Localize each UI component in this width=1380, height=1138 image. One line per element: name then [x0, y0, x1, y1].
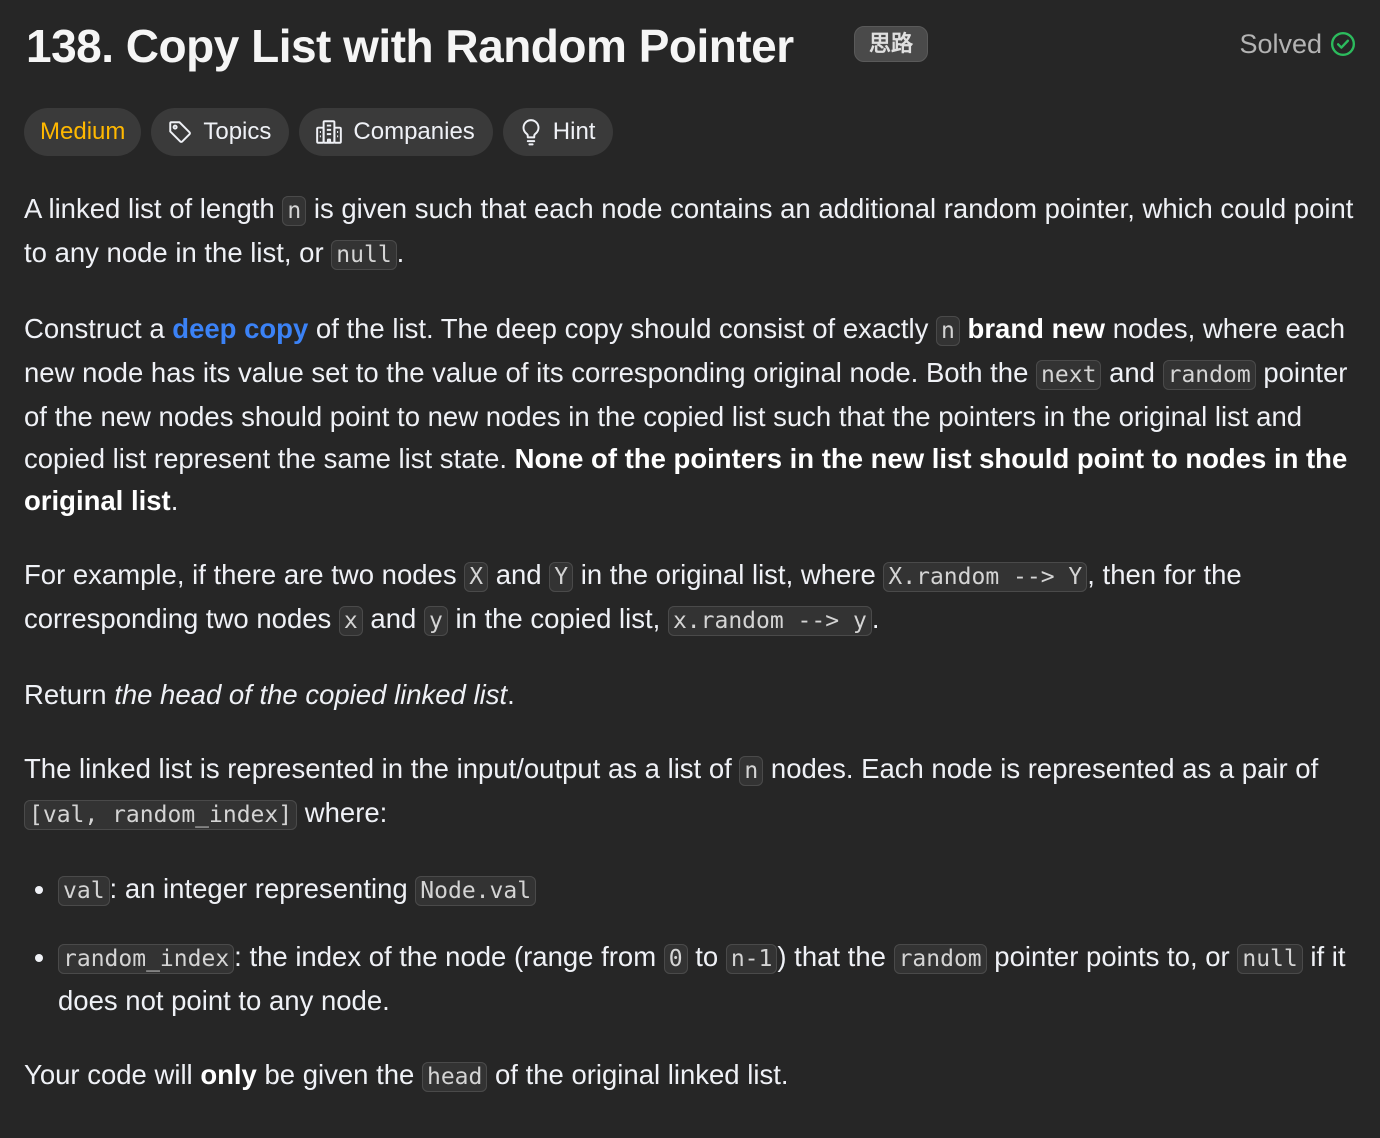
- problem-header: 138. Copy List with Random Pointer 思路 So…: [26, 16, 1356, 76]
- text: where:: [297, 797, 388, 828]
- text: Construct a: [24, 313, 173, 344]
- text: and: [488, 559, 550, 590]
- text: : an integer representing: [109, 873, 416, 904]
- text: : the index of the node (range from: [234, 941, 664, 972]
- inline-code: random_index: [58, 944, 235, 974]
- description-paragraph-6: Your code will only be given the head of…: [24, 1054, 1370, 1098]
- inline-code: [val, random_index]: [24, 800, 298, 830]
- text: of the original linked list.: [487, 1059, 789, 1090]
- inline-code: n-1: [725, 944, 778, 974]
- check-circle-icon: [1330, 31, 1356, 57]
- format-list: val: an integer representing Node.val ra…: [24, 868, 1370, 1022]
- problem-title: 138. Copy List with Random Pointer: [26, 20, 794, 72]
- description-paragraph-5: The linked list is represented in the in…: [24, 748, 1370, 836]
- topics-label: Topics: [203, 118, 272, 145]
- companies-button[interactable]: Companies: [299, 108, 493, 156]
- text: For example, if there are two nodes: [24, 559, 465, 590]
- text: The linked list is represented in the in…: [24, 753, 740, 784]
- text: Your code will: [24, 1059, 201, 1090]
- difficulty-chip[interactable]: Medium: [24, 108, 142, 156]
- deep-copy-link[interactable]: deep copy: [172, 313, 308, 344]
- inline-code: Node.val: [415, 876, 537, 906]
- description-paragraph-4: Return the head of the copied linked lis…: [24, 674, 1370, 716]
- text: of the list. The deep copy should consis…: [308, 313, 937, 344]
- text: be given the: [256, 1059, 422, 1090]
- hint-label: Hint: [552, 118, 596, 145]
- inline-code: x: [338, 606, 363, 636]
- building-icon: [315, 119, 343, 145]
- tag-icon: [167, 119, 193, 145]
- inline-code: random: [1162, 360, 1256, 390]
- companies-label: Companies: [353, 118, 475, 145]
- inline-code: null: [1237, 944, 1303, 974]
- text: A linked list of length: [24, 193, 283, 224]
- hint-button[interactable]: Hint: [502, 108, 614, 156]
- bold-text: brand new: [967, 313, 1106, 344]
- text: nodes. Each node is represented as a pai…: [763, 753, 1319, 784]
- text: and: [1101, 357, 1163, 388]
- solved-label: Solved: [1239, 29, 1322, 59]
- inline-code: x.random --> y: [667, 606, 872, 636]
- text: in the copied list,: [447, 603, 668, 634]
- solved-status: Solved: [1239, 26, 1356, 62]
- description-paragraph-2: Construct a deep copy of the list. The d…: [24, 308, 1370, 522]
- text: .: [871, 603, 880, 634]
- inline-code: 0: [663, 944, 688, 974]
- inline-code: n: [936, 316, 960, 346]
- description-paragraph-1: A linked list of length n is given such …: [24, 188, 1370, 276]
- topics-button[interactable]: Topics: [151, 108, 290, 156]
- text: Return: [24, 679, 115, 710]
- text: pointer points to, or: [986, 941, 1238, 972]
- list-item: val: an integer representing Node.val: [58, 868, 1370, 912]
- text: to: [687, 941, 726, 972]
- inline-code: null: [331, 240, 397, 270]
- problem-chips: Medium Topics Companies Hint: [24, 108, 614, 156]
- inline-code: val: [58, 876, 110, 906]
- lightbulb-icon: [519, 118, 543, 146]
- italic-text: the head of the copied linked list: [114, 679, 508, 710]
- text: .: [170, 485, 179, 516]
- description-paragraph-3: For example, if there are two nodes X an…: [24, 554, 1370, 642]
- inline-code: next: [1036, 360, 1102, 390]
- difficulty-label: Medium: [40, 118, 126, 145]
- tag-badge[interactable]: 思路: [854, 26, 929, 62]
- inline-code: y: [423, 606, 448, 636]
- inline-code: n: [282, 196, 307, 226]
- inline-code: head: [421, 1062, 488, 1092]
- text: [960, 313, 968, 344]
- text: ) that the: [777, 941, 894, 972]
- text: .: [396, 237, 405, 268]
- inline-code: X.random --> Y: [883, 562, 1088, 592]
- inline-code: Y: [549, 562, 574, 592]
- text: in the original list, where: [573, 559, 884, 590]
- inline-code: random: [893, 944, 987, 974]
- text: .: [507, 679, 515, 710]
- problem-description: A linked list of length n is given such …: [24, 188, 1370, 1130]
- inline-code: n: [739, 756, 764, 786]
- inline-code: X: [464, 562, 489, 592]
- bold-text: only: [200, 1059, 257, 1090]
- list-item: random_index: the index of the node (ran…: [58, 936, 1370, 1022]
- text: and: [362, 603, 424, 634]
